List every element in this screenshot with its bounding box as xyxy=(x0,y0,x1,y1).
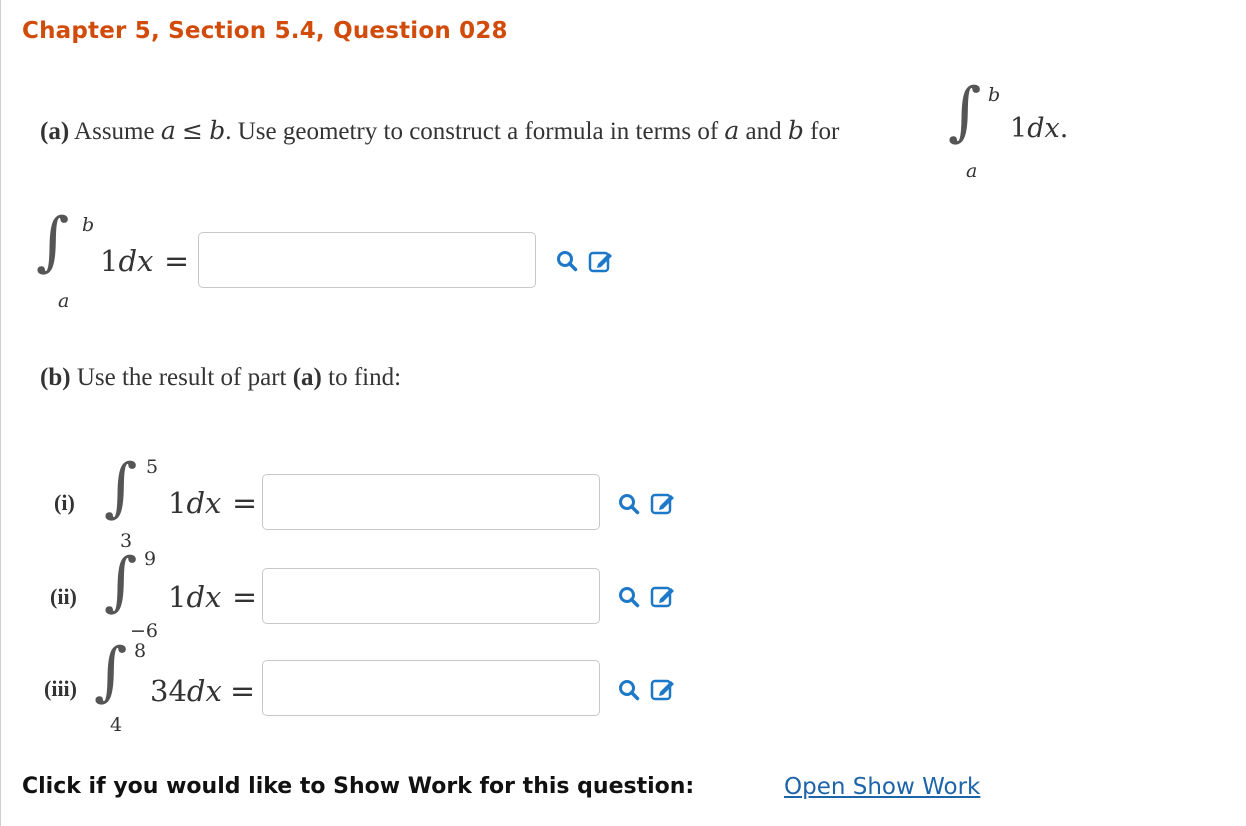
var-a: a xyxy=(160,116,176,145)
dx: dx xyxy=(118,244,154,278)
integral-upper-limit: b xyxy=(82,214,95,236)
dx: dx xyxy=(1027,113,1060,144)
period: . xyxy=(1059,113,1069,144)
part-b-statement: (b) Use the result of part (a) to find: xyxy=(40,364,401,392)
text-for: for xyxy=(810,118,840,145)
text-and: and xyxy=(745,118,782,145)
integral-upper-limit: 5 xyxy=(146,456,159,478)
equals-sign: = xyxy=(164,244,190,279)
equals-sign: = xyxy=(232,486,258,521)
part-a-label: (a) xyxy=(40,118,70,145)
integrand-value: 1 xyxy=(168,580,187,614)
integrand-value: 34 xyxy=(150,674,187,708)
integrand-value: 1 xyxy=(1010,113,1028,144)
integrand: 34dx xyxy=(150,674,222,708)
search-icon[interactable] xyxy=(618,586,640,608)
integral-lower-limit: a xyxy=(58,290,70,312)
integrand: 1dx xyxy=(100,244,153,278)
edit-icon[interactable] xyxy=(650,583,676,609)
var-b: b xyxy=(209,116,226,145)
search-icon[interactable] xyxy=(618,679,640,701)
integral-lower-limit: a xyxy=(966,160,978,182)
left-border xyxy=(0,0,1,826)
edit-icon[interactable] xyxy=(588,248,614,274)
integral-sign: ∫ xyxy=(94,635,128,709)
part-b-text-2: to find: xyxy=(328,364,402,391)
edit-icon[interactable] xyxy=(650,676,676,702)
show-work-prompt: Click if you would like to Show Work for… xyxy=(22,774,695,799)
integral-lower-limit: 4 xyxy=(110,714,123,736)
part-ref: (a) xyxy=(292,364,322,391)
integral-sign: ∫ xyxy=(948,75,982,149)
item-label-ii: (ii) xyxy=(50,584,77,609)
var-b-2: b xyxy=(787,116,804,145)
integrand-value: 1 xyxy=(100,244,119,278)
answer-input-ii[interactable] xyxy=(262,568,600,624)
integrand: 1dx xyxy=(168,580,221,614)
item-label-iii: (iii) xyxy=(44,676,77,701)
search-icon[interactable] xyxy=(618,493,640,515)
answer-input-i[interactable] xyxy=(262,474,600,530)
integrand-value: 1 xyxy=(168,486,187,520)
answer-input-iii[interactable] xyxy=(262,660,600,716)
text-use-geometry: . Use geometry to construct a formula in… xyxy=(225,118,719,145)
leq-symbol: ≤ xyxy=(182,116,203,145)
dx: dx xyxy=(186,580,222,614)
item-label-i: (i) xyxy=(54,490,75,515)
question-title: Chapter 5, Section 5.4, Question 028 xyxy=(22,18,508,44)
integral-sign: ∫ xyxy=(104,451,138,525)
part-a-statement: (a) Assume a ≤ b. Use geometry to constr… xyxy=(40,116,839,146)
open-show-work-link[interactable]: Open Show Work xyxy=(784,774,980,800)
dx: dx xyxy=(186,674,222,708)
part-b-label: (b) xyxy=(40,364,71,391)
integral-lower-limit: −6 xyxy=(130,620,159,642)
integral-upper-limit: 9 xyxy=(144,548,157,570)
dx: dx xyxy=(186,486,222,520)
integrand: 1dx. xyxy=(1010,113,1068,144)
integral-sign: ∫ xyxy=(36,205,70,279)
var-a-2: a xyxy=(724,116,740,145)
integrand: 1dx xyxy=(168,486,221,520)
part-b-text: Use the result of part xyxy=(76,364,287,391)
integral-upper-limit: 8 xyxy=(134,640,147,662)
edit-icon[interactable] xyxy=(650,490,676,516)
search-icon[interactable] xyxy=(556,250,578,272)
text-assume: Assume xyxy=(74,118,155,145)
equals-sign: = xyxy=(230,674,256,709)
integral-sign: ∫ xyxy=(104,545,138,619)
equals-sign: = xyxy=(232,580,258,615)
answer-input-a[interactable] xyxy=(198,232,536,288)
integral-upper-limit: b xyxy=(988,84,1001,106)
